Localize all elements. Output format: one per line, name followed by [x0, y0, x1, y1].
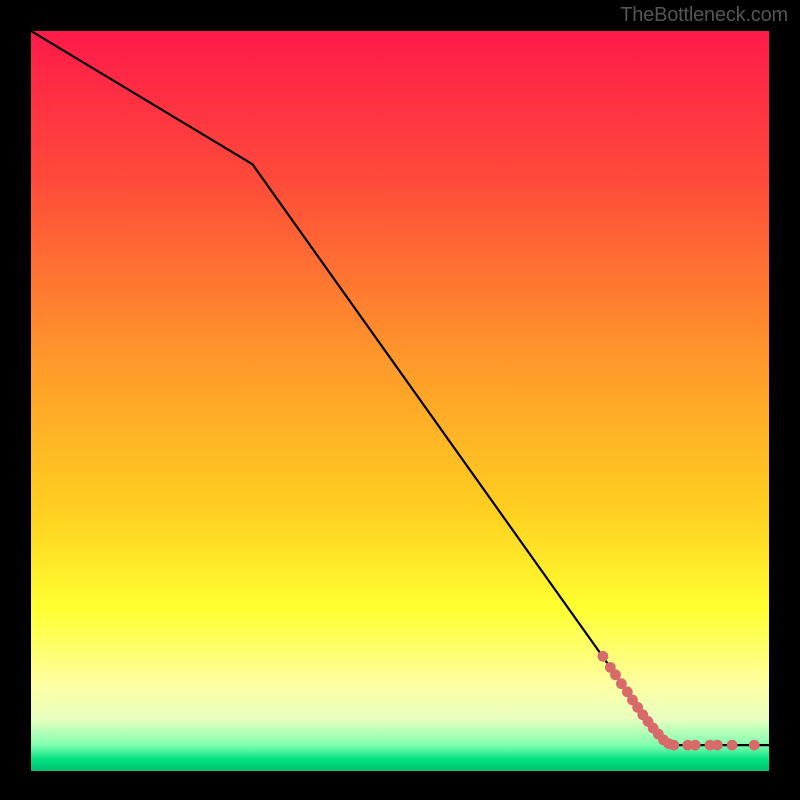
scatter-point [712, 740, 723, 751]
attribution-text: TheBottleneck.com [620, 4, 788, 27]
scatter-point [598, 651, 609, 662]
scatter-point [610, 669, 621, 680]
chart-svg [31, 31, 769, 771]
chart-background [31, 31, 769, 771]
scatter-point [749, 740, 760, 751]
scatter-point [668, 740, 679, 751]
chart-plot-area [31, 31, 769, 771]
scatter-point [727, 740, 738, 751]
scatter-point [690, 740, 701, 751]
